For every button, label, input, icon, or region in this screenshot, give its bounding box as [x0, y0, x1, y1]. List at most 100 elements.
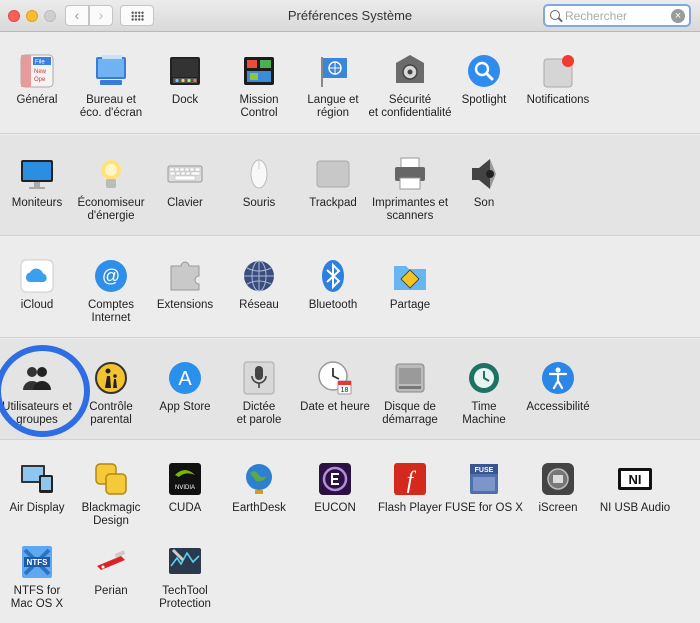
close-window-button[interactable]: [8, 10, 20, 22]
mission-control-icon: [240, 52, 278, 90]
time-machine-icon: [465, 359, 503, 397]
minimize-window-button[interactable]: [26, 10, 38, 22]
pref-bluetooth[interactable]: Bluetooth: [296, 257, 370, 341]
zoom-window-button[interactable]: [44, 10, 56, 22]
pref-cuda[interactable]: NVIDIA CUDA: [148, 460, 222, 544]
air-display-icon: [18, 460, 56, 498]
pref-iscreen[interactable]: iScreen: [521, 460, 595, 544]
pref-startup-disk[interactable]: Disque de démarrage: [373, 359, 447, 443]
cuda-icon: NVIDIA: [166, 460, 204, 498]
energy-saver-icon: [92, 155, 130, 193]
pref-fuse[interactable]: FUSE FUSE for OS X: [445, 460, 523, 544]
pref-label: NI USB Audio: [599, 502, 671, 514]
pref-notifications[interactable]: Notifications: [521, 52, 595, 136]
pref-language-region[interactable]: Langue et région: [296, 52, 370, 136]
pref-sharing[interactable]: Partage: [373, 257, 447, 341]
mouse-icon: [240, 155, 278, 193]
pref-label: Notifications: [526, 94, 590, 106]
sound-icon: [465, 155, 503, 193]
pref-dictation[interactable]: Dictée et parole: [222, 359, 296, 443]
back-button[interactable]: ‹: [65, 5, 89, 26]
pref-earthdesk[interactable]: EarthDesk: [222, 460, 296, 544]
pref-time-machine[interactable]: Time Machine: [447, 359, 521, 443]
iscreen-icon: [539, 460, 577, 498]
network-icon: [240, 257, 278, 295]
pref-date-time[interactable]: 18 Date et heure: [298, 359, 372, 443]
svg-text:NVIDIA: NVIDIA: [175, 485, 195, 491]
pref-keyboard[interactable]: Clavier: [148, 155, 222, 239]
pref-blackmagic[interactable]: Blackmagic Design: [74, 460, 148, 544]
pref-perian[interactable]: Perian: [74, 543, 148, 623]
pref-sound[interactable]: Son: [447, 155, 521, 239]
parental-controls-icon: [92, 359, 130, 397]
app-store-icon: A: [166, 359, 204, 397]
security-icon: [391, 52, 429, 90]
grid-icon: [131, 11, 144, 21]
pref-label: TechTool Protection: [159, 585, 211, 610]
accessibility-icon: [539, 359, 577, 397]
pref-spotlight[interactable]: Spotlight: [447, 52, 521, 136]
earthdesk-icon: [240, 460, 278, 498]
extensions-icon: [166, 257, 204, 295]
pref-printers[interactable]: Imprimantes et scanners: [372, 155, 448, 239]
show-all-button[interactable]: [120, 5, 154, 26]
language-region-icon: [314, 52, 352, 90]
pref-air-display[interactable]: Air Display: [0, 460, 74, 544]
flash-player-icon: f: [391, 460, 429, 498]
svg-text:@: @: [102, 266, 120, 286]
svg-text:New: New: [34, 69, 47, 75]
pref-techtool[interactable]: TechTool Protection: [148, 543, 222, 623]
title-bar: ‹ › Préférences Système ×: [0, 0, 700, 32]
pref-general[interactable]: File New Ope Général: [0, 52, 74, 136]
pref-label: Accessibilité: [526, 401, 590, 413]
pref-security[interactable]: Sécurité et confidentialité: [368, 52, 452, 136]
techtool-icon: [166, 543, 204, 581]
pref-flash-player[interactable]: f Flash Player: [373, 460, 447, 544]
pref-energy-saver[interactable]: Économiseur d'énergie: [74, 155, 148, 239]
pref-app-store[interactable]: A App Store: [148, 359, 222, 443]
date-time-icon: 18: [316, 359, 354, 397]
pref-label: Son: [473, 197, 495, 209]
svg-text:FUSE: FUSE: [475, 467, 494, 474]
pref-ni-usb-audio[interactable]: NI NI USB Audio: [598, 460, 672, 544]
perian-icon: [92, 543, 130, 581]
sharing-icon: [391, 257, 429, 295]
notifications-icon: [539, 52, 577, 90]
search-field[interactable]: ×: [543, 4, 691, 27]
pref-icloud[interactable]: iCloud: [0, 257, 74, 341]
pref-label: Partage: [389, 299, 431, 311]
bluetooth-icon: [314, 257, 352, 295]
ni-usb-audio-icon: NI: [616, 460, 654, 498]
desktop-screensaver-icon: [92, 52, 130, 90]
pref-extensions[interactable]: Extensions: [148, 257, 222, 341]
pref-network[interactable]: Réseau: [222, 257, 296, 341]
icloud-icon: [18, 257, 56, 295]
pref-trackpad[interactable]: Trackpad: [296, 155, 370, 239]
search-icon: [550, 10, 560, 20]
pref-mouse[interactable]: Souris: [222, 155, 296, 239]
blackmagic-icon: [92, 460, 130, 498]
pref-displays[interactable]: Moniteurs: [0, 155, 74, 239]
pref-desktop-screensaver[interactable]: Bureau et éco. d'écran: [74, 52, 148, 136]
dictation-icon: [240, 359, 278, 397]
search-input[interactable]: [565, 8, 665, 24]
pref-eucon[interactable]: EUCON: [298, 460, 372, 544]
dock-icon: [166, 52, 204, 90]
pref-ntfs[interactable]: NTFS NTFS for Mac OS X: [0, 543, 74, 623]
chevron-right-icon: ›: [98, 7, 104, 23]
general-icon: File New Ope: [18, 52, 56, 90]
svg-text:NI: NI: [629, 472, 642, 487]
svg-text:NTFS: NTFS: [27, 558, 49, 567]
pref-internet-accounts[interactable]: @ Comptes Internet: [74, 257, 148, 341]
clear-search-icon[interactable]: ×: [671, 9, 685, 23]
forward-button[interactable]: ›: [89, 5, 113, 26]
pref-mission-control[interactable]: Mission Control: [222, 52, 296, 136]
internet-accounts-icon: @: [92, 257, 130, 295]
trackpad-icon: [314, 155, 352, 193]
fuse-icon: FUSE: [465, 460, 503, 498]
spotlight-icon: [465, 52, 503, 90]
svg-text:File: File: [35, 60, 45, 66]
pref-dock[interactable]: Dock: [148, 52, 222, 136]
eucon-icon: [316, 460, 354, 498]
pref-accessibility[interactable]: Accessibilité: [521, 359, 595, 443]
